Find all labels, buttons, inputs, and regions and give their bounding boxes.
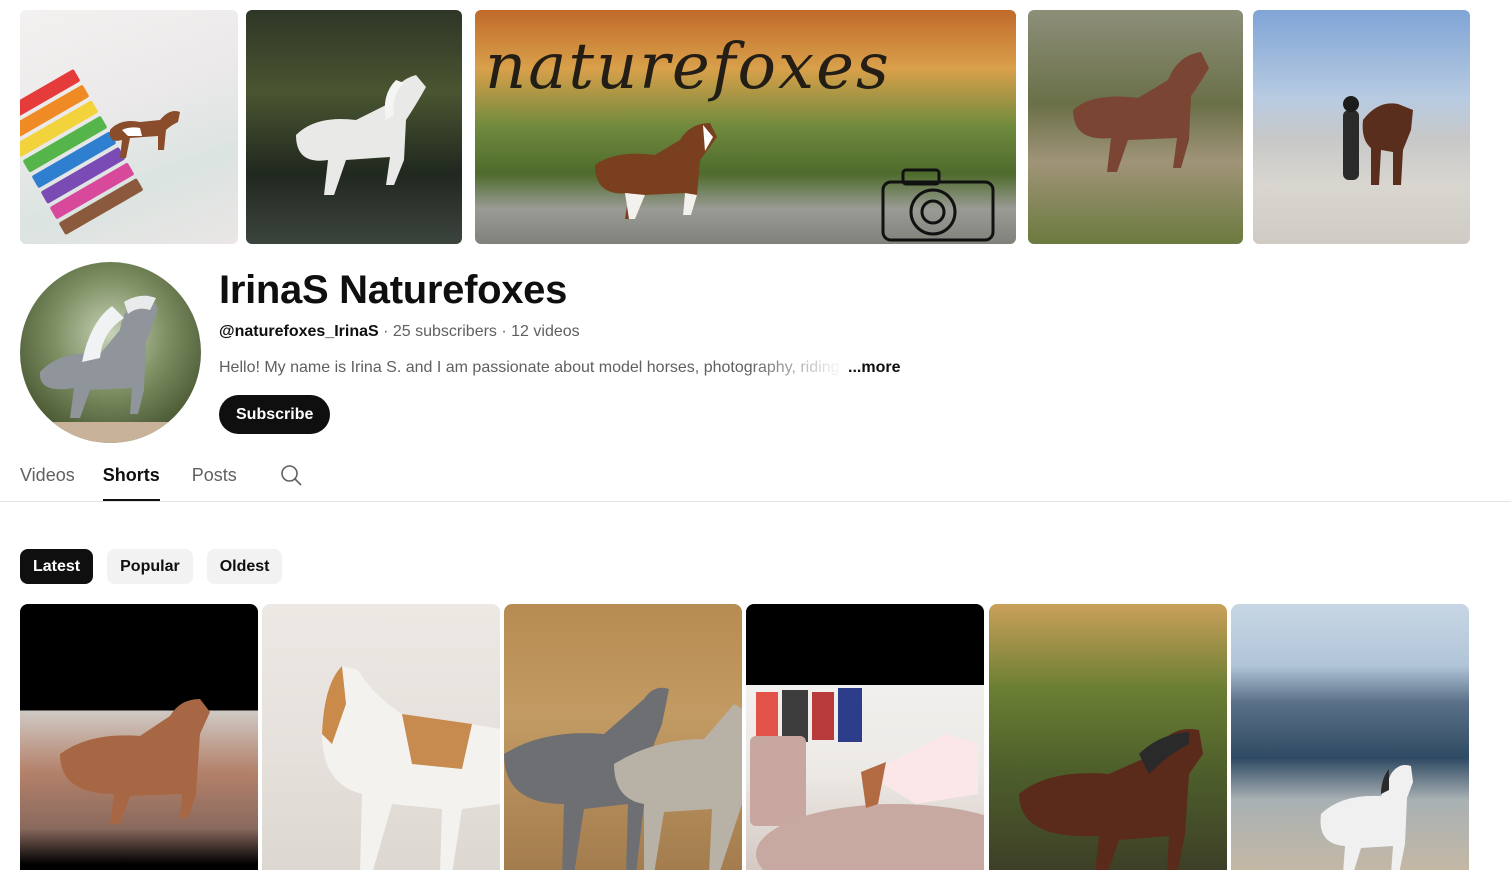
- channel-tabs: Videos Shorts Posts: [20, 460, 303, 501]
- rider-horse-image: [1343, 96, 1413, 185]
- banner-script-text: naturefoxes: [485, 30, 891, 104]
- tab-posts[interactable]: Posts: [192, 460, 237, 501]
- tab-videos[interactable]: Videos: [20, 460, 75, 501]
- subscribe-button[interactable]: Subscribe: [219, 395, 331, 434]
- search-icon[interactable]: [279, 463, 303, 487]
- short-thumbnail[interactable]: [1231, 604, 1469, 870]
- channel-handle: @naturefoxes_IrinaS: [219, 323, 379, 340]
- sort-chips: Latest Popular Oldest: [20, 549, 283, 584]
- tabs-divider: [0, 501, 1511, 502]
- short-thumbnail-image: [1019, 729, 1203, 870]
- horse-figure-image: [109, 111, 180, 158]
- video-count: 12 videos: [511, 323, 580, 340]
- avatar-horse-image: [20, 294, 201, 443]
- meta-separator: ·: [378, 323, 393, 340]
- channel-description[interactable]: Hello! My name is Irina S. and I am pass…: [219, 359, 900, 377]
- brown-horse-image: [1073, 52, 1209, 172]
- short-thumbnail-image: [1320, 765, 1413, 870]
- short-thumbnail[interactable]: [746, 604, 984, 870]
- shorts-grid: [20, 604, 1470, 870]
- more-link[interactable]: ...more: [848, 359, 900, 376]
- short-thumbnail[interactable]: [504, 604, 742, 870]
- clydesdale-figure-image: [595, 123, 717, 219]
- short-thumbnail-image: [504, 687, 742, 870]
- tab-shorts[interactable]: Shorts: [102, 460, 160, 501]
- chip-oldest[interactable]: Oldest: [206, 549, 283, 584]
- chip-popular[interactable]: Popular: [107, 549, 193, 584]
- white-horse-image: [296, 75, 426, 195]
- banner-image-arena: [1253, 10, 1470, 244]
- banner-image-pastels: [20, 10, 238, 244]
- meta-separator: ·: [496, 323, 512, 340]
- short-thumbnail[interactable]: [989, 604, 1227, 870]
- camera-drawing-image: [881, 168, 995, 242]
- banner-image-stump-horse: [1028, 10, 1243, 244]
- channel-avatar[interactable]: [20, 262, 201, 443]
- channel-name: IrinaS Naturefoxes: [219, 268, 568, 312]
- channel-banner: naturefoxes: [20, 10, 1470, 244]
- subscriber-count: 25 subscribers: [392, 323, 497, 340]
- short-thumbnail-image: [60, 699, 210, 824]
- short-thumbnail[interactable]: [262, 604, 500, 870]
- channel-meta: @naturefoxes_IrinaS · 25 subscribers · 1…: [219, 323, 580, 341]
- banner-image-white-horse: [246, 10, 462, 244]
- short-thumbnail-image: [322, 666, 500, 870]
- chip-latest[interactable]: Latest: [20, 549, 94, 584]
- banner-image-naturefoxes: naturefoxes: [475, 10, 1016, 244]
- short-thumbnail-image: [750, 688, 984, 870]
- short-thumbnail[interactable]: [20, 604, 258, 870]
- description-text: Hello! My name is Irina S. and I am pass…: [219, 359, 844, 376]
